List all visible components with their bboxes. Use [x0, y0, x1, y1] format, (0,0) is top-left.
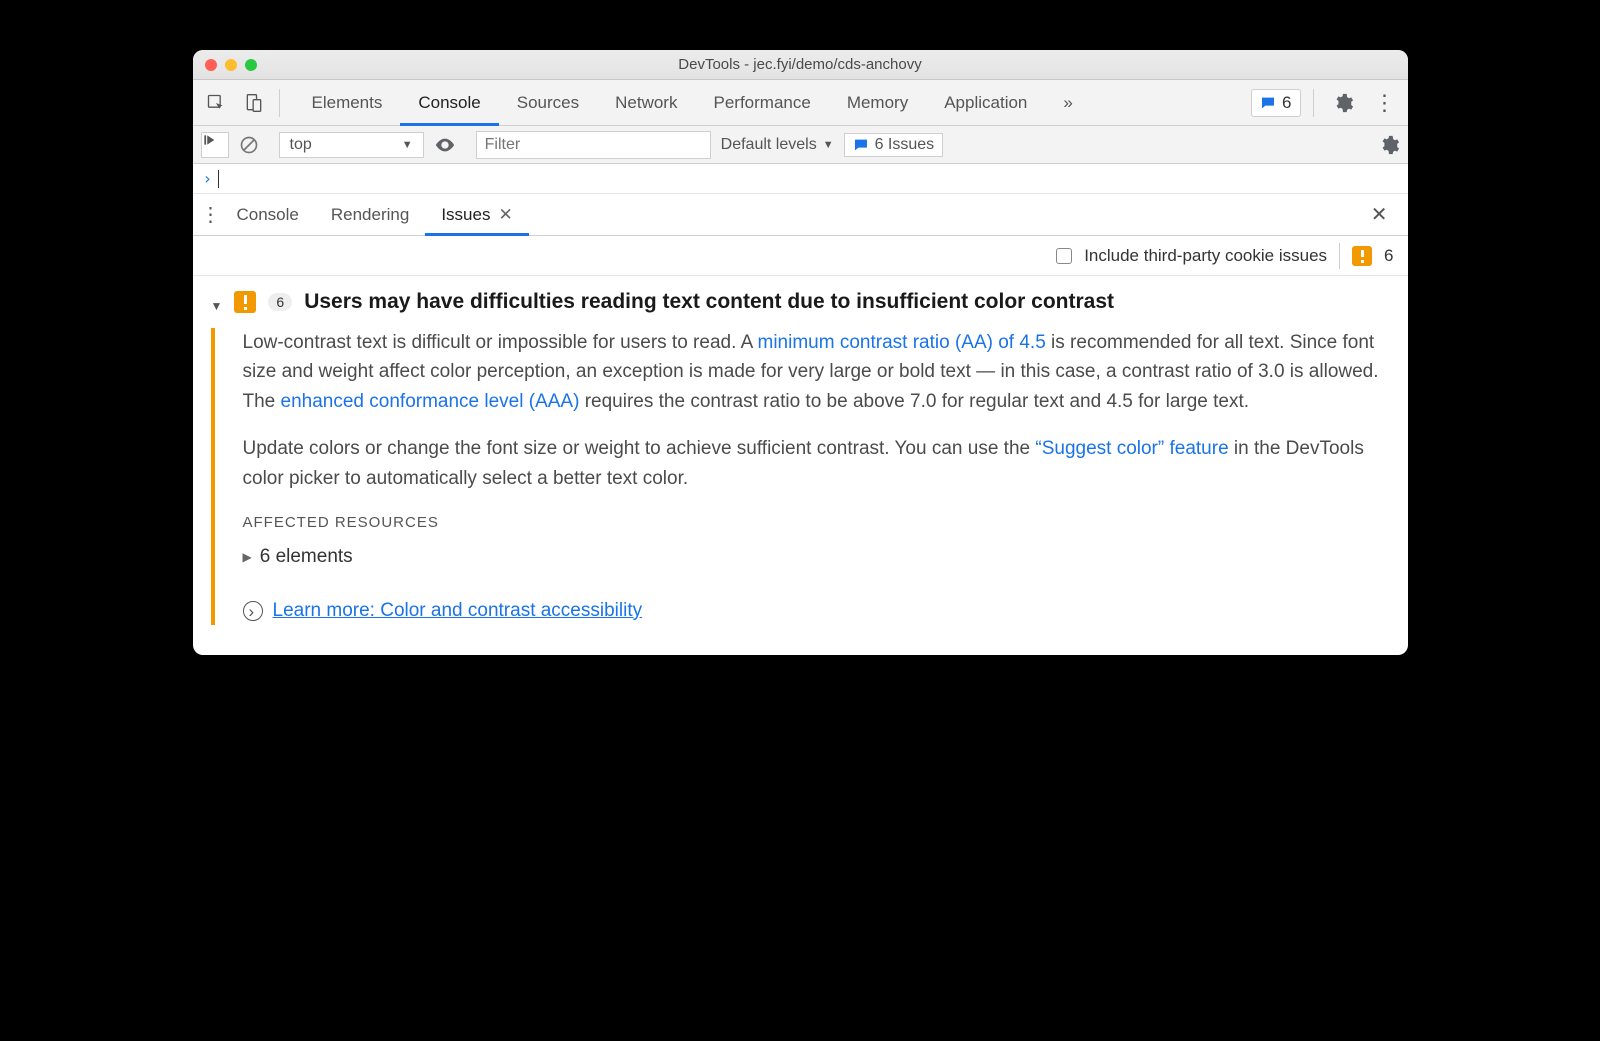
drawer-tab-issues[interactable]: Issues ✕ — [425, 194, 528, 235]
drawer-menu-icon[interactable]: ⋮ — [201, 202, 221, 227]
log-levels-select[interactable]: Default levels▼ — [721, 136, 834, 154]
clear-console-icon[interactable] — [239, 135, 259, 155]
learn-more-icon — [243, 601, 263, 621]
disclosure-triangle-icon[interactable]: ▼ — [211, 299, 223, 313]
filter-input[interactable] — [476, 131, 711, 159]
issues-button[interactable]: 6 — [1251, 89, 1300, 117]
affected-elements-row[interactable]: ▶ 6 elements — [243, 542, 1382, 571]
tab-elements[interactable]: Elements — [294, 80, 401, 125]
drawer-tab-rendering[interactable]: Rendering — [315, 194, 425, 235]
context-select[interactable]: top▼ — [279, 132, 424, 158]
issue-count-badge: 6 — [268, 293, 292, 311]
kebab-menu-icon[interactable]: ⋮ — [1368, 86, 1402, 120]
execute-icon[interactable] — [201, 132, 229, 158]
link-aaa-level[interactable]: enhanced conformance level (AAA) — [281, 391, 580, 412]
console-filter-bar: top▼ Default levels▼ 6 Issues — [193, 126, 1408, 164]
issue-item: ▼ 6 Users may have difficulties reading … — [193, 276, 1408, 655]
main-toolbar: Elements Console Sources Network Perform… — [193, 80, 1408, 126]
link-suggest-color[interactable]: “Suggest color” feature — [1035, 438, 1228, 459]
include-checkbox[interactable] — [1056, 248, 1072, 264]
tab-sources[interactable]: Sources — [499, 80, 597, 125]
window-title: DevTools - jec.fyi/demo/cds-anchovy — [193, 56, 1408, 73]
tab-application[interactable]: Application — [926, 80, 1045, 125]
tab-memory[interactable]: Memory — [829, 80, 926, 125]
affected-resources-label: AFFECTED RESOURCES — [243, 511, 1382, 534]
main-tabs: Elements Console Sources Network Perform… — [294, 80, 1091, 125]
learn-more-link[interactable]: Learn more: Color and contrast accessibi… — [273, 596, 643, 625]
drawer-tab-console[interactable]: Console — [221, 194, 315, 235]
issues-count: 6 — [1282, 93, 1291, 113]
devtools-window: DevTools - jec.fyi/demo/cds-anchovy Elem… — [193, 50, 1408, 655]
console-settings-icon[interactable] — [1378, 134, 1400, 156]
include-label: Include third-party cookie issues — [1084, 246, 1327, 266]
chevron-right-icon: ▶ — [243, 548, 252, 567]
close-drawer-icon[interactable]: ✕ — [1359, 202, 1400, 227]
tab-console[interactable]: Console — [400, 80, 498, 125]
titlebar: DevTools - jec.fyi/demo/cds-anchovy — [193, 50, 1408, 80]
inspect-icon[interactable] — [199, 86, 233, 120]
settings-icon[interactable] — [1326, 86, 1360, 120]
include-count: 6 — [1384, 246, 1393, 266]
link-aa-ratio[interactable]: minimum contrast ratio (AA) of 4.5 — [758, 332, 1046, 353]
tab-network[interactable]: Network — [597, 80, 695, 125]
issue-title: Users may have difficulties reading text… — [304, 290, 1114, 314]
warning-icon — [1352, 246, 1372, 266]
device-toggle-icon[interactable] — [237, 86, 271, 120]
drawer-tabbar: ⋮ Console Rendering Issues ✕ ✕ — [193, 194, 1408, 236]
tab-performance[interactable]: Performance — [695, 80, 828, 125]
close-tab-icon[interactable]: ✕ — [498, 205, 512, 225]
issue-warning-icon — [234, 291, 256, 313]
more-tabs-icon[interactable]: » — [1045, 80, 1090, 125]
console-prompt[interactable]: › — [193, 164, 1408, 194]
live-expression-icon[interactable] — [434, 134, 456, 156]
include-row: Include third-party cookie issues 6 — [193, 236, 1408, 276]
issue-body: Low-contrast text is difficult or imposs… — [211, 328, 1390, 625]
issues-link[interactable]: 6 Issues — [844, 133, 944, 157]
